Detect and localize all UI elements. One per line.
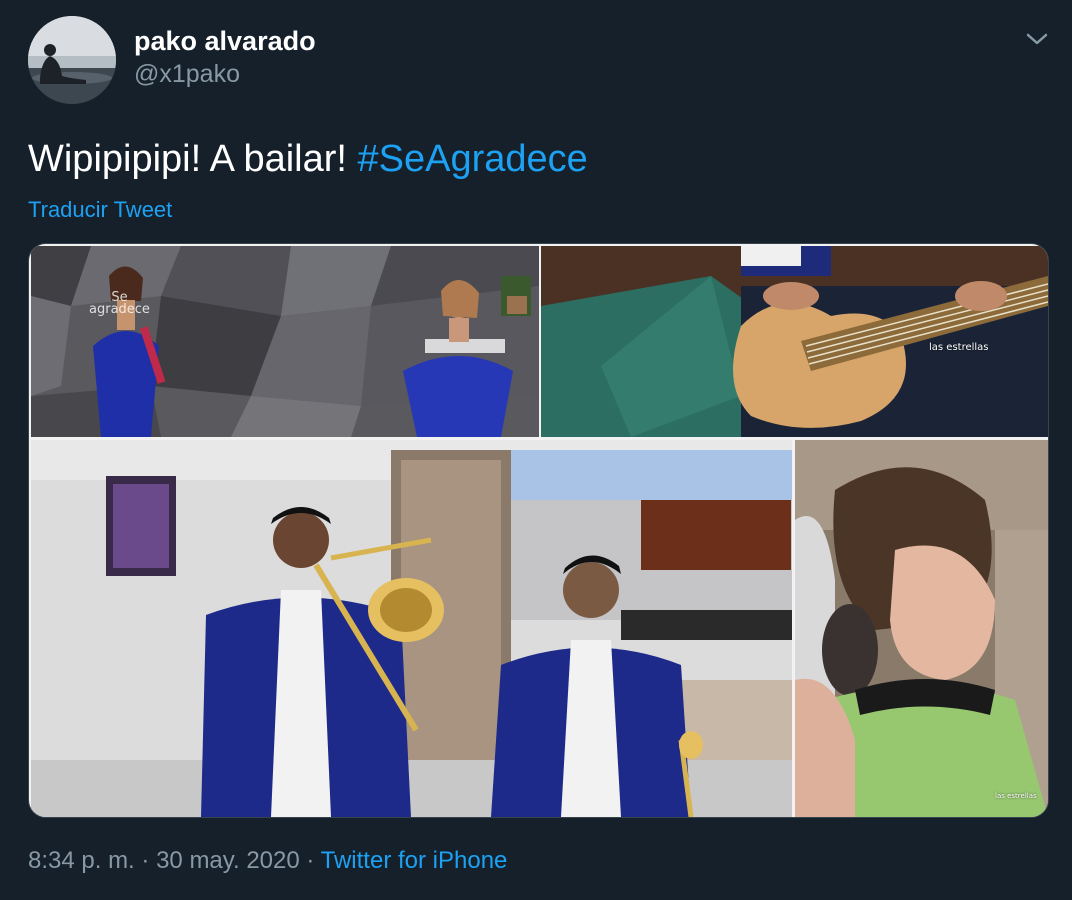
tweet-date[interactable]: 30 may. 2020 [156, 847, 300, 874]
video-panel-singers: Se agradece [31, 246, 539, 437]
watermark-line-2: agradece [89, 302, 150, 317]
tweet-text-body: Wipipipipi! A bailar! [28, 138, 358, 180]
tweet-media[interactable]: Se agradece las estrellas las estrellas [28, 243, 1049, 818]
hashtag-link[interactable]: #SeAgradece [358, 138, 588, 180]
video-panel-trombones [31, 440, 792, 817]
avatar[interactable] [28, 16, 116, 104]
user-handle[interactable]: @x1pako [134, 58, 240, 90]
video-panel-singer-closeup: las estrellas [795, 440, 1048, 817]
tweet: pako alvarado @x1pako Wipipipipi! A bail… [0, 0, 1072, 900]
avatar-photo-icon [28, 16, 116, 104]
video-panel-bass: las estrellas [541, 246, 1048, 437]
tweet-time[interactable]: 8:34 p. m. [28, 847, 135, 874]
se-agradece-watermark: Se agradece [89, 291, 150, 317]
meta-separator-2: · [306, 847, 315, 874]
channel-label: las estrellas [929, 342, 989, 353]
tweet-text: Wipipipipi! A bailar! #SeAgradece [28, 136, 588, 182]
channel-label-small: las estrellas [995, 792, 1037, 800]
tweet-metadata: 8:34 p. m. · 30 may. 2020 · Twitter for … [28, 845, 507, 877]
tweet-source-link[interactable]: Twitter for iPhone [321, 847, 508, 874]
display-name[interactable]: pako alvarado [134, 24, 316, 58]
chevron-down-icon[interactable] [1022, 26, 1052, 50]
meta-separator-1: · [141, 847, 150, 874]
translate-tweet-link[interactable]: Traducir Tweet [28, 196, 172, 224]
